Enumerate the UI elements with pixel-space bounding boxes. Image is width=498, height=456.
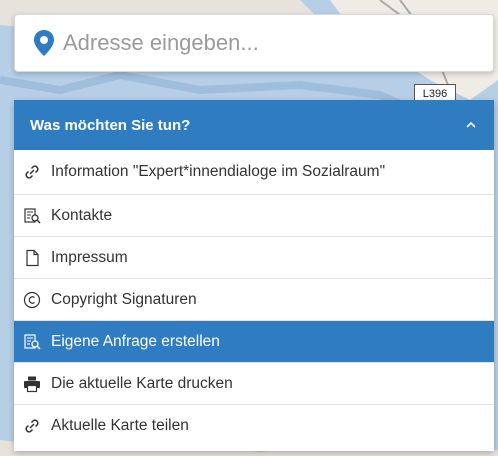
- menu-item-label: Information "Expert*innendialoge im Sozi…: [51, 163, 386, 180]
- panel-title: Was möchten Sie tun?: [30, 116, 191, 134]
- action-panel: Was möchten Sie tun? Information "Expert…: [14, 100, 494, 451]
- link-icon: [22, 162, 42, 182]
- panel-header[interactable]: Was möchten Sie tun?: [14, 100, 494, 150]
- menu-item-label: Impressum: [51, 248, 128, 266]
- link-icon: [22, 416, 42, 436]
- printer-icon: [22, 374, 42, 394]
- search-document-icon: [22, 332, 42, 352]
- chevron-up-icon[interactable]: [464, 118, 478, 132]
- menu-item-eigene-anfrage[interactable]: Eigene Anfrage erstellen: [14, 320, 494, 362]
- search-document-icon: [22, 206, 42, 226]
- menu-item-label: Copyright Signaturen: [51, 290, 197, 308]
- menu-item-karte-teilen[interactable]: Aktuelle Karte teilen: [14, 404, 494, 446]
- copyright-icon: [22, 290, 42, 310]
- menu-item-label: Kontakte: [51, 206, 113, 224]
- menu-item-impressum[interactable]: Impressum: [14, 236, 494, 278]
- menu-item-karte-drucken[interactable]: Die aktuelle Karte drucken: [14, 362, 494, 404]
- menu-item-label: Eigene Anfrage erstellen: [51, 332, 220, 350]
- address-search-box[interactable]: [14, 14, 494, 72]
- address-input[interactable]: [61, 22, 493, 64]
- menu-item-copyright[interactable]: Copyright Signaturen: [14, 278, 494, 320]
- menu-item-label: Die aktuelle Karte drucken: [51, 374, 233, 392]
- menu-item-label: Aktuelle Karte teilen: [51, 416, 189, 434]
- menu-item-kontakte[interactable]: Kontakte: [14, 194, 494, 236]
- menu-item-information[interactable]: Information "Expert*innendialoge im Sozi…: [14, 150, 494, 194]
- document-icon: [22, 248, 42, 268]
- map-pin-icon: [33, 29, 55, 57]
- action-menu: Information "Expert*innendialoge im Sozi…: [14, 150, 494, 446]
